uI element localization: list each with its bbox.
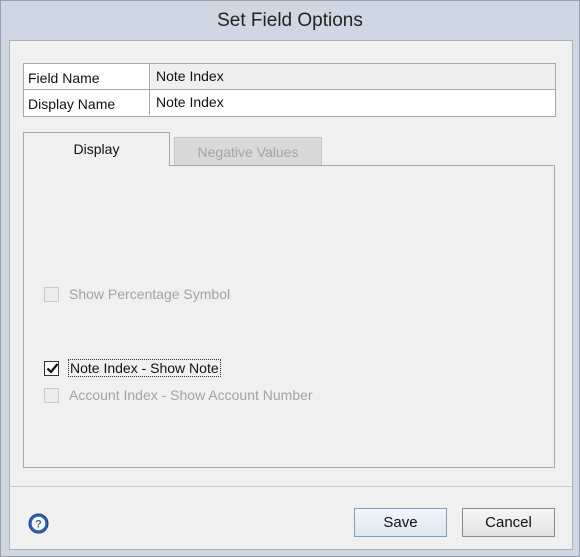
svg-text:?: ? xyxy=(35,519,42,531)
display-name-row: Display Name Note Index xyxy=(24,90,555,115)
checkmark-icon xyxy=(46,362,59,374)
account-index-show-number-checkbox[interactable] xyxy=(44,387,59,403)
account-index-show-number-label: Account Index - Show Account Number xyxy=(69,387,313,403)
title-bar[interactable]: Set Field Options xyxy=(1,1,579,40)
dialog-window: Set Field Options Field Name Note Index … xyxy=(0,0,580,557)
field-name-value: Note Index xyxy=(151,64,555,89)
note-index-show-note-label: Note Index - Show Note xyxy=(68,359,221,377)
cancel-button[interactable]: Cancel xyxy=(462,508,555,537)
display-name-input[interactable]: Note Index xyxy=(151,90,555,115)
note-index-show-note-option[interactable]: Note Index - Show Note xyxy=(44,359,221,377)
show-percentage-label: Show Percentage Symbol xyxy=(69,286,231,302)
save-button[interactable]: Save xyxy=(354,508,447,537)
help-icon[interactable]: ? xyxy=(28,513,49,534)
show-percentage-checkbox[interactable] xyxy=(44,286,59,302)
display-tab-panel: Show Percentage Symbol Note Index - Show… xyxy=(23,165,555,468)
footer-divider xyxy=(10,486,572,487)
note-index-show-note-checkbox[interactable] xyxy=(44,360,59,376)
field-info-table: Field Name Note Index Display Name Note … xyxy=(23,63,556,117)
account-index-show-number-option[interactable]: Account Index - Show Account Number xyxy=(44,387,313,403)
field-name-row: Field Name Note Index xyxy=(24,64,555,90)
field-name-label: Field Name xyxy=(24,64,150,89)
dialog-title: Set Field Options xyxy=(217,10,363,31)
dialog-body: Field Name Note Index Display Name Note … xyxy=(9,40,573,550)
tab-negative-values[interactable]: Negative Values xyxy=(174,137,322,166)
display-name-label: Display Name xyxy=(24,90,150,115)
show-percentage-option[interactable]: Show Percentage Symbol xyxy=(44,286,230,302)
tab-display[interactable]: Display xyxy=(23,132,170,166)
help-icon-graphic: ? xyxy=(28,513,49,534)
